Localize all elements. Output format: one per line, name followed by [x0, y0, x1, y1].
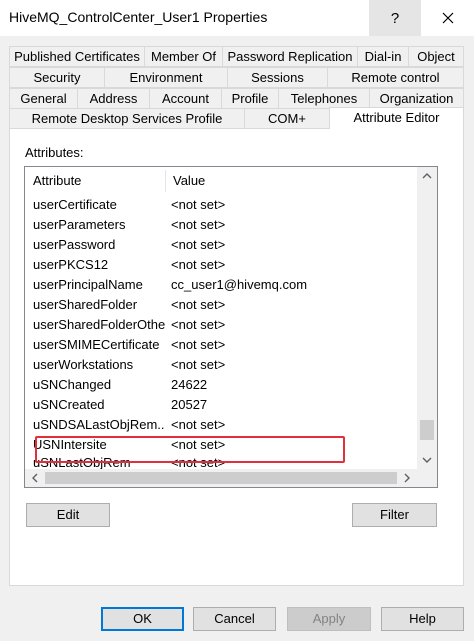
tab-member-of[interactable]: Member Of: [144, 46, 223, 67]
apply-button[interactable]: Apply: [287, 607, 371, 631]
column-header-value[interactable]: Value: [165, 167, 417, 195]
table-row[interactable]: userCertificate <not set>: [25, 195, 417, 215]
attributes-listview[interactable]: Attribute Value userCertificate <not set…: [24, 166, 438, 488]
column-header-attribute[interactable]: Attribute: [25, 167, 165, 195]
chevron-right-icon: [404, 473, 410, 483]
close-icon: [442, 12, 453, 24]
tab-telephones[interactable]: Telephones: [278, 88, 370, 109]
cancel-button[interactable]: Cancel: [193, 607, 276, 631]
table-row[interactable]: uSNChanged 24622: [25, 375, 417, 395]
tab-sessions[interactable]: Sessions: [227, 67, 328, 88]
attribute-name: uSNDSALastObjRem...: [33, 417, 165, 432]
chevron-up-icon: [422, 173, 432, 179]
attribute-name: userCertificate: [33, 197, 117, 212]
vertical-scroll-thumb[interactable]: [420, 420, 434, 440]
help-button[interactable]: Help: [381, 607, 464, 631]
vertical-scrollbar[interactable]: [417, 167, 437, 469]
attribute-name: userSMIMECertificate: [33, 337, 160, 352]
attribute-name: userWorkstations: [33, 357, 134, 372]
tab-dial-in[interactable]: Dial-in: [357, 46, 409, 67]
attribute-value: <not set>: [171, 217, 226, 232]
tab-remote-desktop-services-profile[interactable]: Remote Desktop Services Profile: [9, 108, 245, 129]
attribute-name: uSNCreated: [33, 397, 105, 412]
chevron-left-icon: [32, 473, 38, 483]
table-row[interactable]: userWorkstations <not set>: [25, 355, 417, 375]
attribute-value: <not set>: [171, 237, 226, 252]
tab-remote-control[interactable]: Remote control: [327, 67, 464, 88]
scroll-right-button[interactable]: [397, 469, 417, 487]
table-row[interactable]: userPassword <not set>: [25, 235, 417, 255]
attribute-value: cc_user1@hivemq.com: [171, 277, 308, 292]
attribute-value: 20527: [171, 397, 208, 412]
attribute-value: <not set>: [171, 197, 226, 212]
table-row[interactable]: uSNDSALastObjRem... <not set>: [25, 415, 417, 435]
tab-organization[interactable]: Organization: [369, 88, 464, 109]
attribute-value: 24622: [171, 377, 208, 392]
attribute-name: uSNChanged: [33, 377, 112, 392]
attribute-value: <not set>: [171, 357, 226, 372]
attribute-value: <not set>: [171, 337, 226, 352]
scrollbar-corner: [417, 469, 437, 487]
table-row[interactable]: userParameters <not set>: [25, 215, 417, 235]
horizontal-scrollbar[interactable]: [25, 469, 417, 487]
table-row[interactable]: uSNCreated 20527: [25, 395, 417, 415]
tab-security[interactable]: Security: [9, 67, 105, 88]
attribute-name: userPrincipalName: [33, 277, 143, 292]
window-title: HiveMQ_ControlCenter_User1 Properties: [9, 9, 268, 25]
close-button[interactable]: [421, 0, 474, 36]
tab-com-plus[interactable]: COM+: [244, 108, 330, 129]
scroll-down-button[interactable]: [417, 451, 437, 469]
attribute-value: <not set>: [171, 417, 226, 432]
ok-button[interactable]: OK: [101, 607, 184, 631]
attribute-name: userSharedFolderOther: [33, 317, 165, 332]
attributes-caption: Attributes:: [25, 145, 84, 160]
table-row[interactable]: userSharedFolderOther <not set>: [25, 315, 417, 335]
highlight-annotation-box: [35, 436, 345, 463]
scroll-left-button[interactable]: [25, 469, 45, 487]
attribute-value: <not set>: [171, 297, 226, 312]
attribute-name: userPKCS12: [33, 257, 109, 272]
tab-object[interactable]: Object: [408, 46, 464, 67]
tab-environment[interactable]: Environment: [104, 67, 228, 88]
tab-address[interactable]: Address: [77, 88, 150, 109]
listview-header: Attribute Value: [25, 167, 417, 195]
attribute-value: <not set>: [171, 317, 226, 332]
title-bar: HiveMQ_ControlCenter_User1 Properties ?: [0, 0, 474, 36]
tab-general[interactable]: General: [9, 88, 78, 109]
filter-button[interactable]: Filter: [352, 503, 437, 527]
attribute-value: <not set>: [171, 257, 226, 272]
attribute-name: userParameters: [33, 217, 126, 232]
tab-attribute-editor[interactable]: Attribute Editor: [329, 107, 464, 129]
tab-password-replication[interactable]: Password Replication: [222, 46, 358, 67]
edit-button[interactable]: Edit: [26, 503, 110, 527]
help-title-button[interactable]: ?: [369, 0, 421, 36]
table-row-user-principal-name[interactable]: userPrincipalName cc_user1@hivemq.com: [25, 275, 417, 295]
tab-account[interactable]: Account: [149, 88, 222, 109]
tab-published-certificates[interactable]: Published Certificates: [9, 46, 145, 67]
tab-profile[interactable]: Profile: [221, 88, 279, 109]
attribute-name: userSharedFolder: [33, 297, 138, 312]
chevron-down-icon: [422, 457, 432, 463]
scroll-up-button[interactable]: [417, 167, 437, 185]
horizontal-scroll-thumb[interactable]: [45, 472, 397, 484]
attribute-name: userPassword: [33, 237, 116, 252]
table-row[interactable]: userSMIMECertificate <not set>: [25, 335, 417, 355]
table-row[interactable]: userSharedFolder <not set>: [25, 295, 417, 315]
table-row[interactable]: userPKCS12 <not set>: [25, 255, 417, 275]
